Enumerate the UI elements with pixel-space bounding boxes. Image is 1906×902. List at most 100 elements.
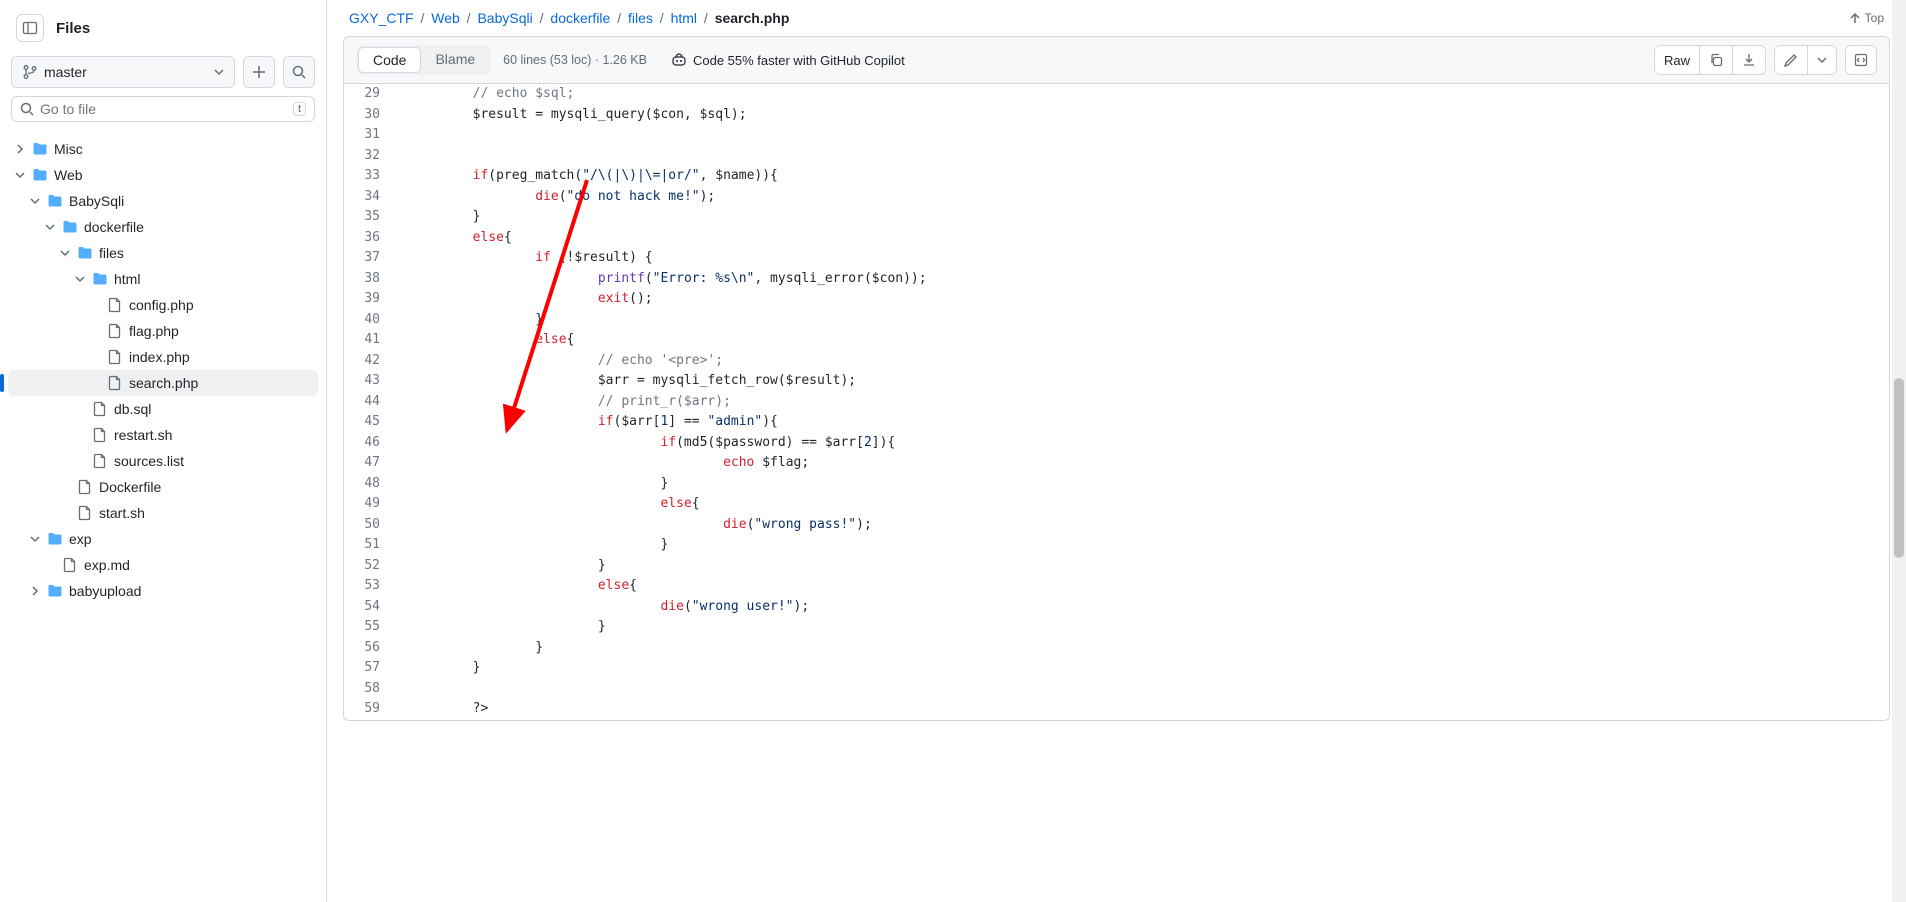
line-content[interactable]: else{ bbox=[400, 576, 1889, 597]
line-content[interactable]: else{ bbox=[400, 494, 1889, 515]
line-number[interactable]: 45 bbox=[344, 412, 400, 433]
tree-file[interactable]: exp.md bbox=[8, 552, 318, 578]
breadcrumb-link[interactable]: BabySqli bbox=[477, 10, 532, 26]
collapse-sidebar-button[interactable] bbox=[16, 14, 44, 42]
line-number[interactable]: 56 bbox=[344, 638, 400, 659]
add-file-button[interactable] bbox=[243, 56, 275, 88]
tree-folder[interactable]: files bbox=[8, 240, 318, 266]
line-content[interactable]: echo $flag; bbox=[400, 453, 1889, 474]
tree-folder[interactable]: html bbox=[8, 266, 318, 292]
line-content[interactable]: // print_r($arr); bbox=[400, 392, 1889, 413]
tree-folder[interactable]: dockerfile bbox=[8, 214, 318, 240]
tab-code[interactable]: Code bbox=[358, 47, 421, 73]
line-number[interactable]: 59 bbox=[344, 699, 400, 720]
copilot-prompt[interactable]: Code 55% faster with GitHub Copilot bbox=[671, 52, 905, 68]
scrollbar-thumb[interactable] bbox=[1894, 378, 1904, 558]
tree-file[interactable]: Dockerfile bbox=[8, 474, 318, 500]
tree-folder[interactable]: babyupload bbox=[8, 578, 318, 604]
breadcrumb-link[interactable]: html bbox=[671, 10, 697, 26]
line-content[interactable]: ?> bbox=[400, 699, 1889, 720]
breadcrumb-link[interactable]: files bbox=[628, 10, 653, 26]
go-to-file-input-wrap[interactable]: t bbox=[11, 96, 315, 122]
branch-select-button[interactable]: master bbox=[11, 56, 235, 88]
line-content[interactable]: } bbox=[400, 556, 1889, 577]
line-content[interactable]: if($arr[1] == "admin"){ bbox=[400, 412, 1889, 433]
symbols-button[interactable] bbox=[1845, 45, 1877, 75]
tree-file[interactable]: sources.list bbox=[8, 448, 318, 474]
edit-button[interactable] bbox=[1775, 46, 1808, 74]
line-content[interactable]: // echo '<pre>'; bbox=[400, 351, 1889, 372]
line-content[interactable]: } bbox=[400, 310, 1889, 331]
file-tree[interactable]: MiscWebBabySqlidockerfilefileshtmlconfig… bbox=[0, 132, 326, 902]
line-content[interactable]: } bbox=[400, 207, 1889, 228]
line-number[interactable]: 52 bbox=[344, 556, 400, 577]
copy-button[interactable] bbox=[1700, 46, 1733, 74]
tree-file[interactable]: search.php bbox=[8, 370, 318, 396]
line-number[interactable]: 51 bbox=[344, 535, 400, 556]
line-content[interactable]: } bbox=[400, 617, 1889, 638]
line-content[interactable] bbox=[400, 146, 1889, 167]
line-content[interactable]: die("wrong pass!"); bbox=[400, 515, 1889, 536]
tree-file[interactable]: restart.sh bbox=[8, 422, 318, 448]
line-number[interactable]: 36 bbox=[344, 228, 400, 249]
line-number[interactable]: 34 bbox=[344, 187, 400, 208]
tree-folder[interactable]: BabySqli bbox=[8, 188, 318, 214]
raw-button[interactable]: Raw bbox=[1655, 46, 1700, 74]
go-to-file-input[interactable] bbox=[40, 101, 287, 117]
line-number[interactable]: 41 bbox=[344, 330, 400, 351]
line-content[interactable]: if(md5($password) == $arr[2]){ bbox=[400, 433, 1889, 454]
line-number[interactable]: 57 bbox=[344, 658, 400, 679]
line-number[interactable]: 48 bbox=[344, 474, 400, 495]
line-content[interactable]: $result = mysqli_query($con, $sql); bbox=[400, 105, 1889, 126]
line-number[interactable]: 35 bbox=[344, 207, 400, 228]
line-number[interactable]: 46 bbox=[344, 433, 400, 454]
tree-file[interactable]: db.sql bbox=[8, 396, 318, 422]
line-number[interactable]: 53 bbox=[344, 576, 400, 597]
edit-menu-button[interactable] bbox=[1808, 46, 1836, 74]
line-number[interactable]: 29 bbox=[344, 84, 400, 105]
line-content[interactable]: $arr = mysqli_fetch_row($result); bbox=[400, 371, 1889, 392]
line-content[interactable] bbox=[400, 125, 1889, 146]
line-number[interactable]: 49 bbox=[344, 494, 400, 515]
line-number[interactable]: 39 bbox=[344, 289, 400, 310]
line-content[interactable]: die("do not hack me!"); bbox=[400, 187, 1889, 208]
breadcrumb-link[interactable]: GXY_CTF bbox=[349, 10, 414, 26]
line-number[interactable]: 33 bbox=[344, 166, 400, 187]
code-viewer[interactable]: 29 // echo $sql;30 $result = mysqli_quer… bbox=[343, 84, 1890, 721]
line-number[interactable]: 32 bbox=[344, 146, 400, 167]
line-number[interactable]: 31 bbox=[344, 125, 400, 146]
line-content[interactable]: exit(); bbox=[400, 289, 1889, 310]
line-content[interactable]: else{ bbox=[400, 330, 1889, 351]
tree-folder[interactable]: Web bbox=[8, 162, 318, 188]
line-content[interactable]: die("wrong user!"); bbox=[400, 597, 1889, 618]
tree-file[interactable]: config.php bbox=[8, 292, 318, 318]
line-content[interactable]: // echo $sql; bbox=[400, 84, 1889, 105]
tree-folder[interactable]: Misc bbox=[8, 136, 318, 162]
breadcrumb-link[interactable]: dockerfile bbox=[550, 10, 610, 26]
line-number[interactable]: 43 bbox=[344, 371, 400, 392]
line-number[interactable]: 55 bbox=[344, 617, 400, 638]
line-content[interactable]: if (!$result) { bbox=[400, 248, 1889, 269]
line-number[interactable]: 30 bbox=[344, 105, 400, 126]
scroll-to-top-button[interactable]: Top bbox=[1849, 11, 1884, 25]
line-number[interactable]: 58 bbox=[344, 679, 400, 700]
search-button[interactable] bbox=[283, 56, 315, 88]
line-number[interactable]: 54 bbox=[344, 597, 400, 618]
tree-file[interactable]: index.php bbox=[8, 344, 318, 370]
breadcrumb-link[interactable]: Web bbox=[431, 10, 460, 26]
line-number[interactable]: 42 bbox=[344, 351, 400, 372]
line-number[interactable]: 44 bbox=[344, 392, 400, 413]
line-content[interactable]: else{ bbox=[400, 228, 1889, 249]
tree-file[interactable]: flag.php bbox=[8, 318, 318, 344]
line-number[interactable]: 40 bbox=[344, 310, 400, 331]
download-button[interactable] bbox=[1733, 46, 1765, 74]
line-content[interactable]: if(preg_match("/\(|\)|\=|or/", $name)){ bbox=[400, 166, 1889, 187]
tab-blame[interactable]: Blame bbox=[421, 47, 489, 73]
line-number[interactable]: 50 bbox=[344, 515, 400, 536]
line-content[interactable] bbox=[400, 679, 1889, 700]
line-content[interactable]: } bbox=[400, 474, 1889, 495]
tree-folder[interactable]: exp bbox=[8, 526, 318, 552]
line-number[interactable]: 47 bbox=[344, 453, 400, 474]
line-content[interactable]: } bbox=[400, 658, 1889, 679]
line-content[interactable]: printf("Error: %s\n", mysqli_error($con)… bbox=[400, 269, 1889, 290]
